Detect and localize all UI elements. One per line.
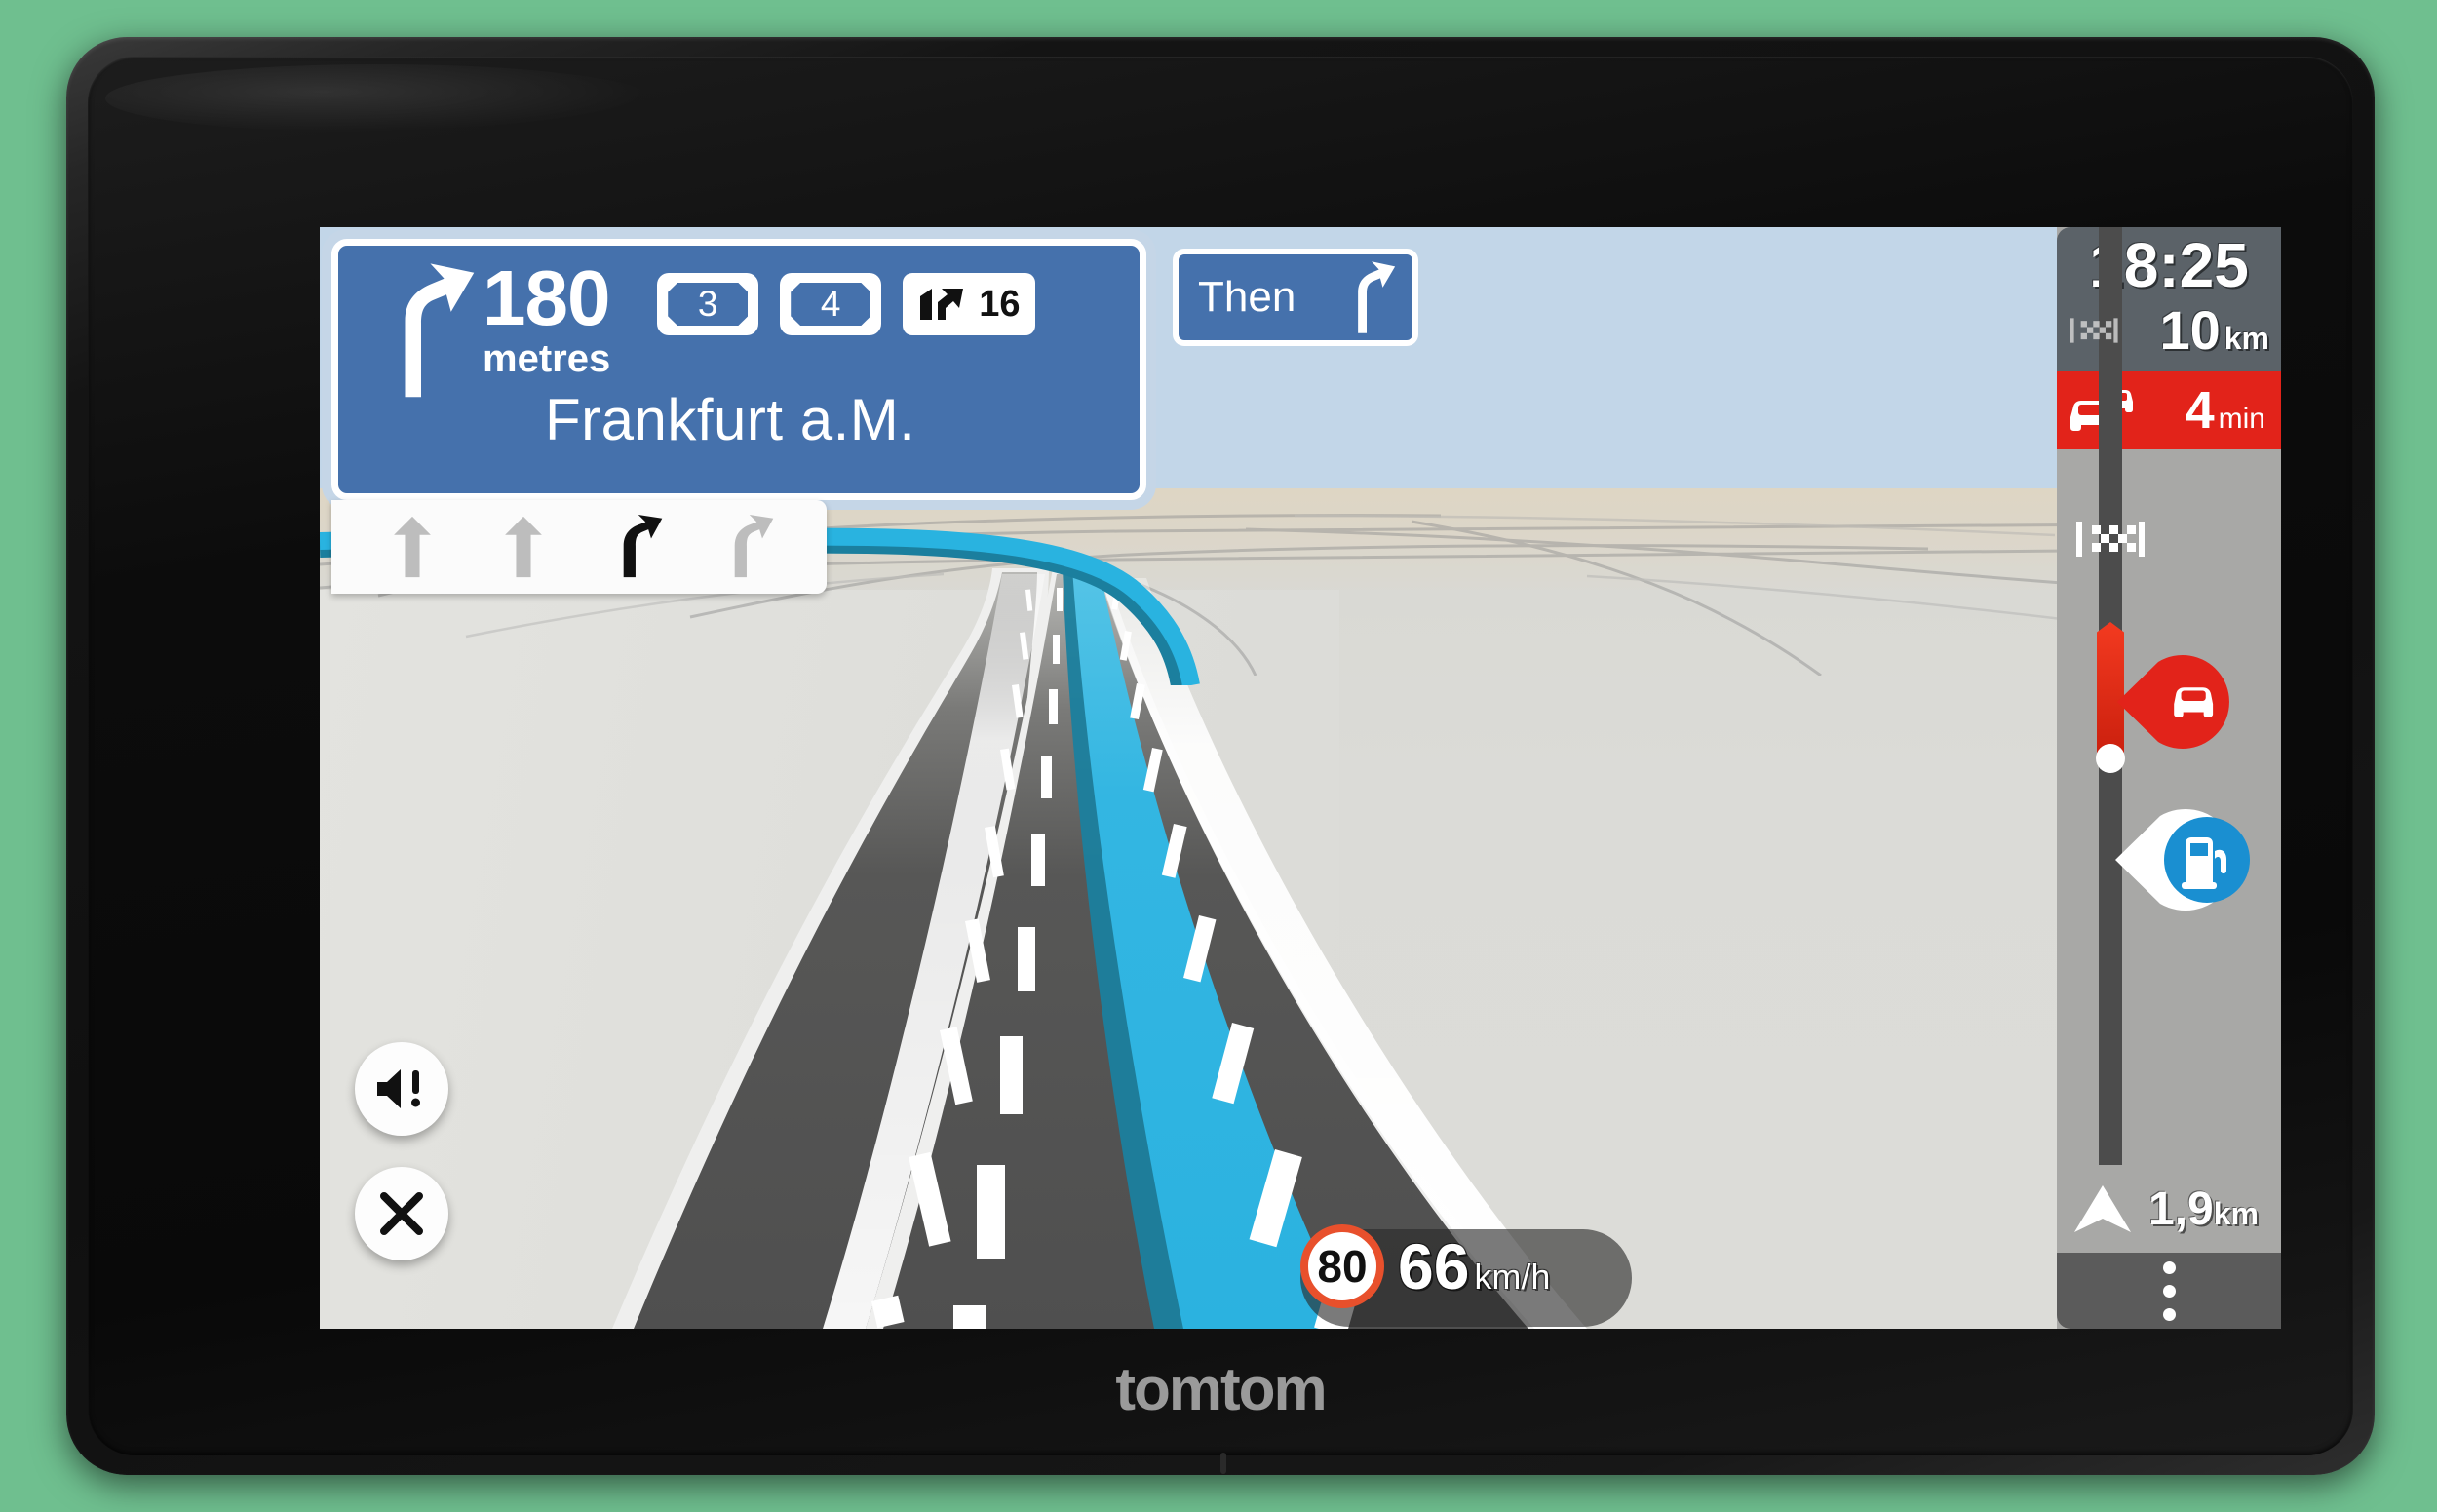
checkered-flag-icon bbox=[2076, 522, 2145, 557]
distance-unit: metres bbox=[483, 336, 611, 380]
current-speed: 66 km/h bbox=[1398, 1229, 1550, 1303]
lane-arrow-bear-right bbox=[734, 515, 774, 578]
car-incident-icon[interactable] bbox=[2113, 648, 2252, 756]
then-label: Then bbox=[1198, 273, 1296, 321]
instruction-panel[interactable]: 180 metres 3 4 16 Frankfurt a.M. bbox=[331, 239, 1146, 500]
distance-block: 180 metres bbox=[483, 259, 611, 380]
speed-indicator: 80 66 km/h bbox=[1300, 1221, 1550, 1311]
lane-arrow-bear-right-active bbox=[623, 515, 663, 578]
distance-value: 180 bbox=[483, 254, 610, 341]
distance-to-next-event-unit: km bbox=[2213, 1195, 2259, 1231]
close-x-icon bbox=[380, 1192, 423, 1235]
more-vertical-icon bbox=[2162, 1260, 2176, 1274]
destination-label: Frankfurt a.M. bbox=[545, 387, 916, 452]
lane-arrow-straight bbox=[505, 516, 542, 578]
road-number-label: 16 bbox=[979, 283, 1021, 325]
checkered-flag-icon bbox=[2070, 318, 2118, 343]
bear-right-arrow-icon bbox=[1358, 261, 1396, 333]
lane-arrow-straight bbox=[394, 516, 431, 578]
close-route-button[interactable] bbox=[355, 1167, 448, 1260]
route-bar[interactable]: 18:25 10 km 4 min 1,9 km bbox=[2057, 227, 2281, 1329]
microphone-port bbox=[1220, 1453, 1226, 1474]
gps-device: 180 metres 3 4 16 Frankfurt a.M. Then 80… bbox=[66, 37, 2375, 1475]
bear-right-arrow-icon bbox=[405, 263, 475, 398]
speed-limit-sign: 80 bbox=[1300, 1224, 1384, 1308]
route-bar-track bbox=[2057, 227, 2281, 1329]
current-position-row: 1,9 km bbox=[2057, 1165, 2281, 1253]
road-number-badge: 16 bbox=[903, 273, 1036, 335]
navigation-screen[interactable]: 180 metres 3 4 16 Frankfurt a.M. Then 80… bbox=[320, 227, 2281, 1329]
route-bar-menu-button[interactable] bbox=[2057, 1253, 2281, 1329]
tomtom-logo: tomtom bbox=[1115, 1356, 1327, 1423]
more-vertical-icon bbox=[2162, 1284, 2176, 1298]
fuel-station-icon[interactable] bbox=[2113, 802, 2260, 917]
then-instruction-panel[interactable]: Then bbox=[1173, 249, 1418, 346]
instruction-top-row: 180 metres 3 4 16 bbox=[338, 246, 1140, 398]
distance-to-next-event-value: 1,9 bbox=[2148, 1182, 2214, 1235]
navigation-chevron-icon bbox=[2074, 1185, 2131, 1232]
exit-shield-label: 3 bbox=[668, 283, 749, 326]
distance-to-next-event: 1,9 km bbox=[2148, 1182, 2259, 1236]
mute-alert-button[interactable] bbox=[355, 1042, 448, 1136]
more-vertical-icon bbox=[2162, 1307, 2176, 1321]
exit-shield: 4 bbox=[780, 273, 882, 335]
lane-guidance-bar bbox=[331, 500, 827, 594]
speed-unit: km/h bbox=[1474, 1257, 1551, 1297]
exit-shield: 3 bbox=[657, 273, 759, 335]
current-speed-value: 66 bbox=[1398, 1230, 1470, 1302]
exit-shield-group: 3 4 16 bbox=[657, 273, 1036, 335]
exit-shield-label: 4 bbox=[791, 283, 871, 326]
motorway-split-icon bbox=[920, 289, 964, 320]
speaker-alert-icon bbox=[377, 1069, 420, 1108]
route-bar-footer: 1,9 km bbox=[2057, 1165, 2281, 1329]
